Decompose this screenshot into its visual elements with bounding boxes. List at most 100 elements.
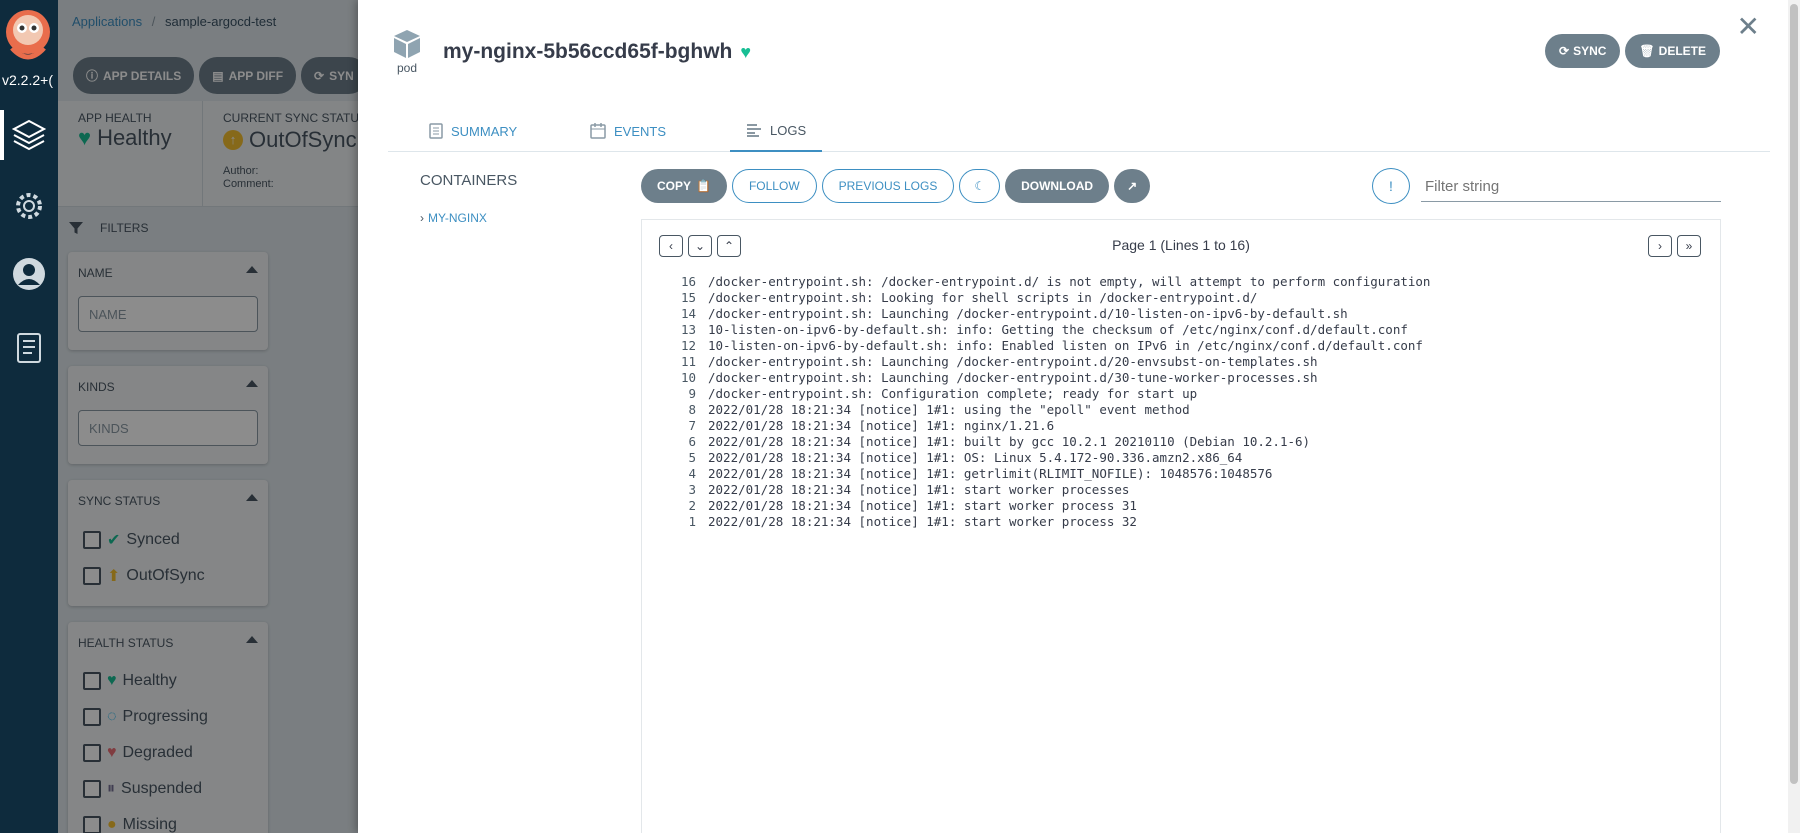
delete-label: DELETE — [1658, 44, 1706, 58]
log-line-number: 12 — [680, 338, 696, 353]
left-nav: v2.2.2+( — [0, 0, 58, 833]
calendar-icon — [590, 123, 606, 139]
tab-label: EVENTS — [614, 123, 667, 139]
settings-gear-icon[interactable] — [12, 189, 46, 223]
log-line-text: /docker-entrypoint.sh: Launching /docker… — [708, 306, 1348, 321]
copy-button[interactable]: COPY 📋 — [641, 169, 727, 203]
moon-icon: ☾ — [974, 179, 986, 193]
panel-header-actions: ⟳ SYNC 🗑 DELETE — [1545, 34, 1720, 68]
log-line: 6 2022/01/28 18:21:34 [notice] 1#1: built… — [660, 434, 1430, 450]
log-line: 8 2022/01/28 18:21:34 [notice] 1#1: using… — [660, 402, 1430, 418]
log-line-text: /docker-entrypoint.sh: Launching /docker… — [708, 370, 1318, 385]
log-lines-icon — [747, 124, 761, 137]
page-last-button[interactable]: » — [1677, 235, 1701, 257]
log-line-number: 10 — [680, 370, 696, 385]
log-line-text: 2022/01/28 18:21:34 [notice] 1#1: using … — [708, 402, 1190, 417]
page-next-button[interactable]: › — [1648, 235, 1672, 257]
log-line-text: 2022/01/28 18:21:34 [notice] 1#1: nginx/… — [708, 418, 1055, 433]
container-label: MY-NGINX — [428, 211, 487, 225]
tab-events[interactable]: EVENTS — [574, 110, 682, 152]
log-line: 10/docker-entrypoint.sh: Launching /dock… — [660, 370, 1430, 386]
sync-icon: ⟳ — [1559, 44, 1570, 58]
log-line-number: 8 — [688, 402, 696, 417]
log-lines: 16/docker-entrypoint.sh: /docker-entrypo… — [660, 274, 1431, 530]
docs-book-icon[interactable] — [12, 331, 46, 365]
log-viewer: ‹ ⌄ ⌃ Page 1 (Lines 1 to 16) › » 16/dock… — [641, 219, 1721, 833]
log-line: 3 2022/01/28 18:21:34 [notice] 1#1: start… — [660, 482, 1430, 498]
follow-button[interactable]: FOLLOW — [731, 169, 817, 203]
follow-label: FOLLOW — [748, 179, 800, 193]
clipboard-icon: 📋 — [696, 179, 711, 193]
sync-button[interactable]: ⟳ SYNC — [1545, 34, 1621, 68]
log-line-number: 1 — [688, 514, 696, 529]
resource-details-panel: ✕ pod my-nginx-5b56ccd65f-bghwh ♥ ⟳ SYNC … — [358, 0, 1800, 833]
resource-kind: pod — [397, 61, 418, 75]
download-button[interactable]: DOWNLOAD — [1005, 169, 1110, 203]
chevron-right-icon: › — [1658, 239, 1662, 253]
argo-logo-icon[interactable] — [2, 4, 54, 68]
log-line-number: 6 — [688, 434, 696, 449]
tab-summary[interactable]: SUMMARY — [413, 110, 533, 152]
dark-mode-button[interactable]: ☾ — [959, 169, 1001, 203]
heart-icon: ♥ — [740, 41, 752, 62]
log-line: 15/docker-entrypoint.sh: Looking for she… — [660, 290, 1430, 306]
log-line-text: /docker-entrypoint.sh: Looking for shell… — [708, 290, 1258, 305]
panel-tabs: SUMMARY EVENTS LOGS — [388, 110, 1770, 152]
log-line: 9/docker-entrypoint.sh: Configuration co… — [660, 386, 1430, 402]
sync-label: SYNC — [1573, 44, 1607, 58]
log-toolbar: COPY 📋 FOLLOW PREVIOUS LOGS ☾ DOWNLOAD ↗ — [641, 169, 1151, 203]
previous-logs-button[interactable]: PREVIOUS LOGS — [821, 169, 955, 203]
log-line: 11/docker-entrypoint.sh: Launching /dock… — [660, 354, 1430, 370]
panel-scrollbar[interactable] — [1788, 0, 1800, 833]
close-icon[interactable]: ✕ — [1737, 10, 1760, 43]
copy-label: COPY — [657, 179, 692, 193]
log-line-number: 3 — [688, 482, 696, 497]
scrollbar-thumb[interactable] — [1790, 4, 1798, 784]
log-line: 13 10-listen-on-ipv6-by-default.sh: info:… — [660, 322, 1430, 338]
version-label: v2.2.2+( — [2, 72, 53, 88]
trash-icon: 🗑 — [1639, 44, 1655, 58]
page-indicator: Page 1 (Lines 1 to 16) — [1112, 237, 1250, 253]
tab-label: LOGS — [770, 122, 807, 138]
log-line-number: 14 — [680, 306, 696, 321]
resource-title: my-nginx-5b56ccd65f-bghwh ♥ — [443, 40, 751, 64]
log-line: 1 2022/01/28 18:21:34 [notice] 1#1: start… — [660, 514, 1430, 530]
log-line-number: 11 — [680, 354, 696, 369]
log-line-text: /docker-entrypoint.sh: Launching /docker… — [708, 354, 1318, 369]
active-indicator — [0, 110, 4, 160]
external-link-button[interactable]: ↗ — [1114, 169, 1151, 203]
log-line-text: 2022/01/28 18:21:34 [notice] 1#1: getrli… — [708, 466, 1273, 481]
external-link-icon: ↗ — [1127, 179, 1138, 193]
log-line: 14/docker-entrypoint.sh: Launching /dock… — [660, 306, 1430, 322]
log-line-text: /docker-entrypoint.sh: Configuration com… — [708, 386, 1198, 401]
filter-string-input[interactable] — [1421, 172, 1721, 202]
delete-button[interactable]: 🗑 DELETE — [1625, 34, 1720, 68]
log-line-text: 2022/01/28 18:21:34 [notice] 1#1: start … — [708, 514, 1137, 529]
log-line-text: /docker-entrypoint.sh: /docker-entrypoin… — [708, 274, 1431, 289]
log-line-number: 16 — [680, 274, 696, 289]
log-line: 16/docker-entrypoint.sh: /docker-entrypo… — [660, 274, 1431, 290]
tab-logs[interactable]: LOGS — [730, 110, 823, 152]
log-line-text: 10-listen-on-ipv6-by-default.sh: info: G… — [708, 322, 1408, 337]
containers-title: CONTAINERS — [420, 172, 518, 189]
user-account-icon[interactable] — [12, 257, 46, 291]
applications-layers-icon[interactable] — [12, 118, 46, 152]
double-chevron-right-icon: » — [1685, 239, 1693, 253]
previous-logs-label: PREVIOUS LOGS — [838, 179, 938, 193]
log-line-text: 2022/01/28 18:21:34 [notice] 1#1: OS: Li… — [708, 450, 1243, 465]
pod-cube-icon — [394, 30, 420, 58]
container-item-my-nginx[interactable]: › MY-NGINX — [420, 211, 487, 225]
tab-label: SUMMARY — [451, 123, 518, 139]
download-label: DOWNLOAD — [1021, 179, 1094, 193]
log-line: 5 2022/01/28 18:21:34 [notice] 1#1: OS: L… — [660, 450, 1430, 466]
log-line-number: 5 — [688, 450, 696, 465]
log-line-text: 2022/01/28 18:21:34 [notice] 1#1: built … — [708, 434, 1311, 449]
log-line-number: 7 — [688, 418, 696, 433]
log-line: 12 10-listen-on-ipv6-by-default.sh: info:… — [660, 338, 1430, 354]
log-line-number: 15 — [680, 290, 696, 305]
log-line-number: 2 — [688, 498, 696, 513]
log-line-text: 2022/01/28 18:21:34 [notice] 1#1: start … — [708, 498, 1137, 513]
log-line: 7 2022/01/28 18:21:34 [notice] 1#1: nginx… — [660, 418, 1430, 434]
log-line-number: 9 — [688, 386, 696, 401]
filter-info-button[interactable]: ! — [1372, 168, 1410, 204]
